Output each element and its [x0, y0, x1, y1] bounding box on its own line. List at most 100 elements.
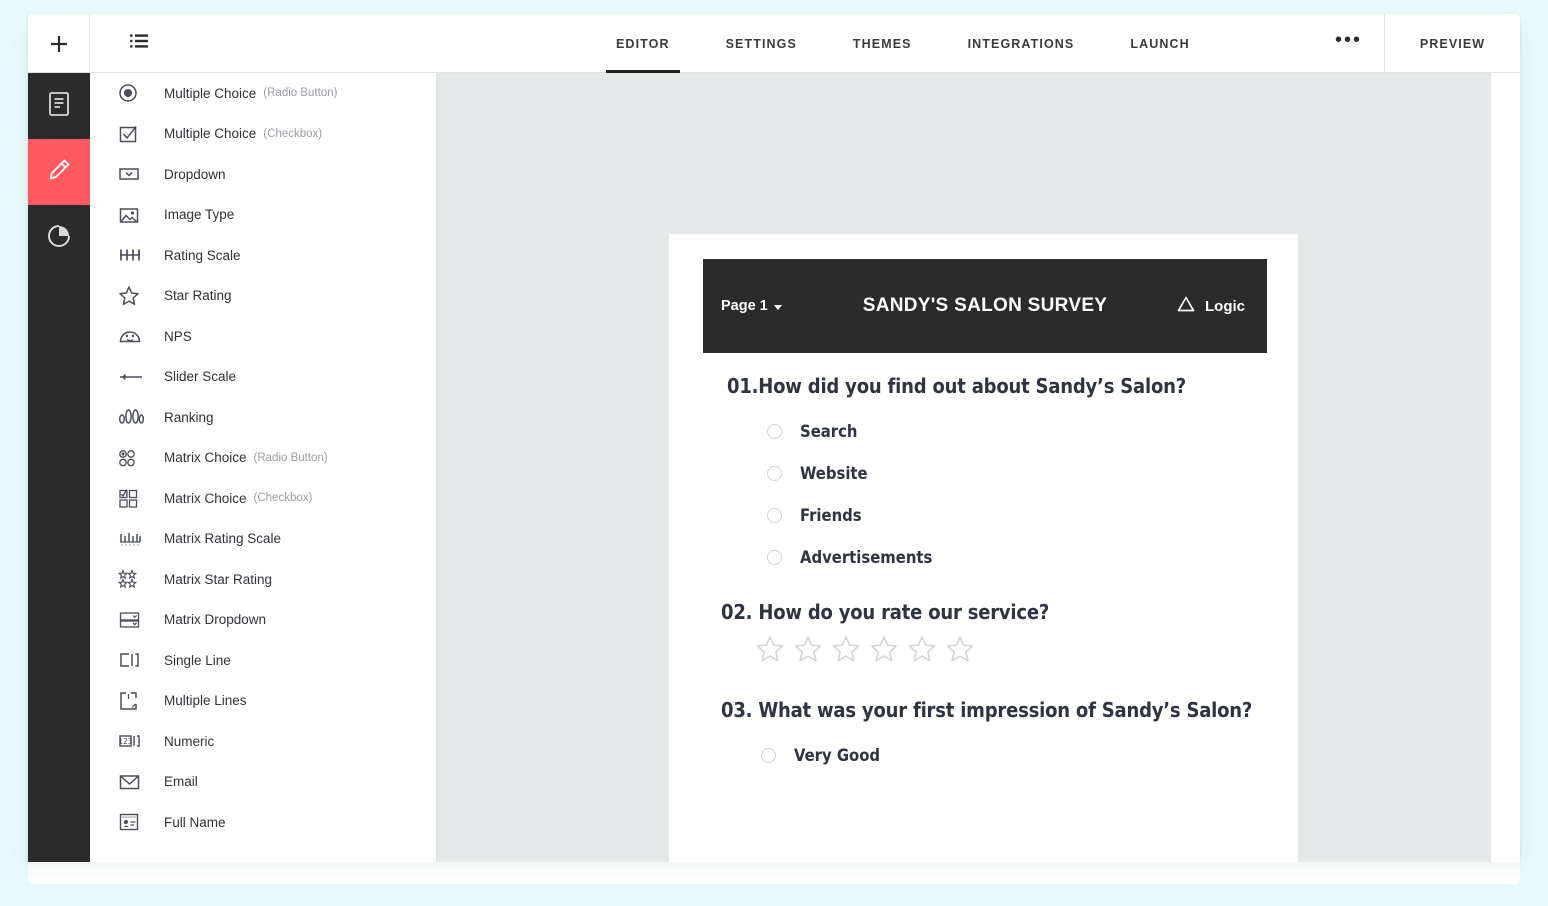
option-row[interactable]: Advertisements [727, 536, 1298, 578]
question-block[interactable]: 02. How do you rate our service? [669, 600, 1298, 680]
slider-icon [118, 365, 148, 389]
question-type-item[interactable]: Multiple Choice (Checkbox) [90, 114, 436, 155]
star-icon[interactable] [755, 635, 785, 669]
question-options: Very Good [721, 734, 1298, 776]
question-types-panel: Multiple Choice (Radio Button) Multiple … [90, 73, 437, 862]
full-name-icon [118, 810, 148, 834]
tab-launch[interactable]: LAUNCH [1102, 14, 1217, 73]
question-type-item[interactable]: Multiple Lines [90, 681, 436, 722]
question-type-item[interactable]: Dropdown [90, 154, 436, 195]
tab-themes[interactable]: THEMES [825, 14, 940, 73]
star-icon [118, 284, 148, 308]
star-rating-row[interactable] [721, 624, 1298, 680]
image-icon [118, 203, 148, 227]
question-type-item[interactable]: Single Line [90, 640, 436, 681]
logic-button[interactable]: Logic [1176, 295, 1245, 317]
matrix-dropdown-icon [118, 608, 148, 632]
logic-label: Logic [1205, 297, 1245, 315]
question-type-label: Matrix Choice [164, 490, 247, 506]
question-block[interactable]: 01.How did you find out about Sandy’s Sa… [669, 374, 1298, 578]
option-label: Friends [800, 505, 862, 525]
tab-editor[interactable]: EDITOR [588, 14, 698, 73]
question-type-label: Single Line [164, 652, 231, 668]
question-type-item[interactable]: Matrix Rating Scale [90, 519, 436, 560]
question-type-item[interactable]: Rating Scale [90, 235, 436, 276]
question-type-label: Multiple Choice [164, 126, 257, 142]
question-type-item[interactable]: Slider Scale [90, 357, 436, 398]
question-type-item[interactable]: NPS [90, 316, 436, 357]
option-label: Advertisements [800, 547, 933, 567]
option-row[interactable]: Website [727, 452, 1298, 494]
window-bottom-strip [28, 862, 1520, 884]
question-type-item[interactable]: Matrix Dropdown [90, 600, 436, 641]
single-line-icon [118, 648, 148, 672]
add-button[interactable] [28, 14, 90, 73]
option-label: Search [800, 421, 858, 441]
tab-integrations[interactable]: INTEGRATIONS [940, 14, 1103, 73]
main-nav-tabs: EDITOR SETTINGS THEMES INTEGRATIONS LAUN… [588, 14, 1218, 73]
question-type-sublabel: (Radio Button) [263, 87, 338, 100]
question-title: 02. How do you rate our service? [721, 600, 1050, 624]
rating-scale-icon [118, 243, 148, 267]
survey-header-bar: Page 1 SANDY'S SALON SURVEY Logic [703, 259, 1267, 353]
option-row[interactable]: Friends [727, 494, 1298, 536]
question-type-label: Dropdown [164, 166, 226, 182]
question-type-item[interactable]: Full Name [90, 802, 436, 843]
matrix-radio-icon [118, 446, 148, 470]
question-options: Search Website Friends Advertisements [727, 410, 1298, 578]
question-type-label: Matrix Dropdown [164, 612, 267, 628]
ranking-icon [118, 405, 148, 429]
top-bar: EDITOR SETTINGS THEMES INTEGRATIONS LAUN… [28, 14, 1520, 73]
triangle-logic-icon [1176, 295, 1196, 317]
question-type-item[interactable]: Star Rating [90, 276, 436, 317]
multiple-lines-icon [118, 689, 148, 713]
question-type-label: Rating Scale [164, 247, 241, 263]
option-row[interactable]: Very Good [721, 734, 1298, 776]
question-type-label: NPS [164, 328, 192, 344]
radio-icon[interactable] [761, 747, 776, 763]
more-options-button[interactable]: ••• [1313, 14, 1385, 73]
question-type-label: Multiple Choice [164, 85, 257, 101]
sidebar-item-results[interactable] [28, 205, 90, 271]
checkbox-icon [118, 122, 148, 146]
question-type-item[interactable]: Matrix Star Rating [90, 559, 436, 600]
list-view-toggle[interactable] [108, 14, 170, 73]
question-type-item[interactable]: Image Type [90, 195, 436, 236]
star-icon[interactable] [907, 635, 937, 669]
question-title: 03. What was your first impression of Sa… [721, 698, 1253, 722]
app-window: EDITOR SETTINGS THEMES INTEGRATIONS LAUN… [28, 14, 1520, 862]
survey-card: Page 1 SANDY'S SALON SURVEY Logic 01.How… [669, 234, 1298, 862]
sidebar-item-editor[interactable] [28, 139, 90, 205]
radio-button-icon [118, 81, 148, 105]
star-icon[interactable] [793, 635, 823, 669]
preview-button[interactable]: PREVIEW [1385, 14, 1520, 73]
radio-icon[interactable] [767, 423, 782, 439]
radio-icon[interactable] [767, 465, 782, 481]
document-icon [47, 91, 71, 122]
numeric-icon: 123 [118, 729, 148, 753]
question-type-label: Multiple Lines [164, 693, 247, 709]
star-icon[interactable] [831, 635, 861, 669]
question-type-sublabel: (Checkbox) [253, 492, 313, 505]
tab-settings[interactable]: SETTINGS [698, 14, 825, 73]
left-icon-rail [28, 73, 90, 862]
pie-chart-icon [46, 223, 72, 254]
star-icon[interactable] [869, 635, 899, 669]
radio-icon[interactable] [767, 549, 782, 565]
question-type-item[interactable]: 123 Numeric [90, 721, 436, 762]
question-type-item[interactable]: Matrix Choice (Radio Button) [90, 438, 436, 479]
radio-icon[interactable] [767, 507, 782, 523]
question-type-item[interactable]: Matrix Choice (Checkbox) [90, 478, 436, 519]
question-type-item[interactable]: Email [90, 762, 436, 803]
svg-text:123: 123 [118, 737, 133, 746]
option-label: Website [800, 463, 868, 483]
question-type-label: Image Type [164, 207, 235, 223]
option-label: Very Good [794, 745, 881, 765]
question-type-label: Ranking [164, 409, 214, 425]
question-type-item[interactable]: Multiple Choice (Radio Button) [90, 73, 436, 114]
question-block[interactable]: 03. What was your first impression of Sa… [669, 698, 1298, 776]
sidebar-item-pages[interactable] [28, 73, 90, 139]
option-row[interactable]: Search [727, 410, 1298, 452]
star-icon[interactable] [945, 635, 975, 669]
question-type-item[interactable]: Ranking [90, 397, 436, 438]
